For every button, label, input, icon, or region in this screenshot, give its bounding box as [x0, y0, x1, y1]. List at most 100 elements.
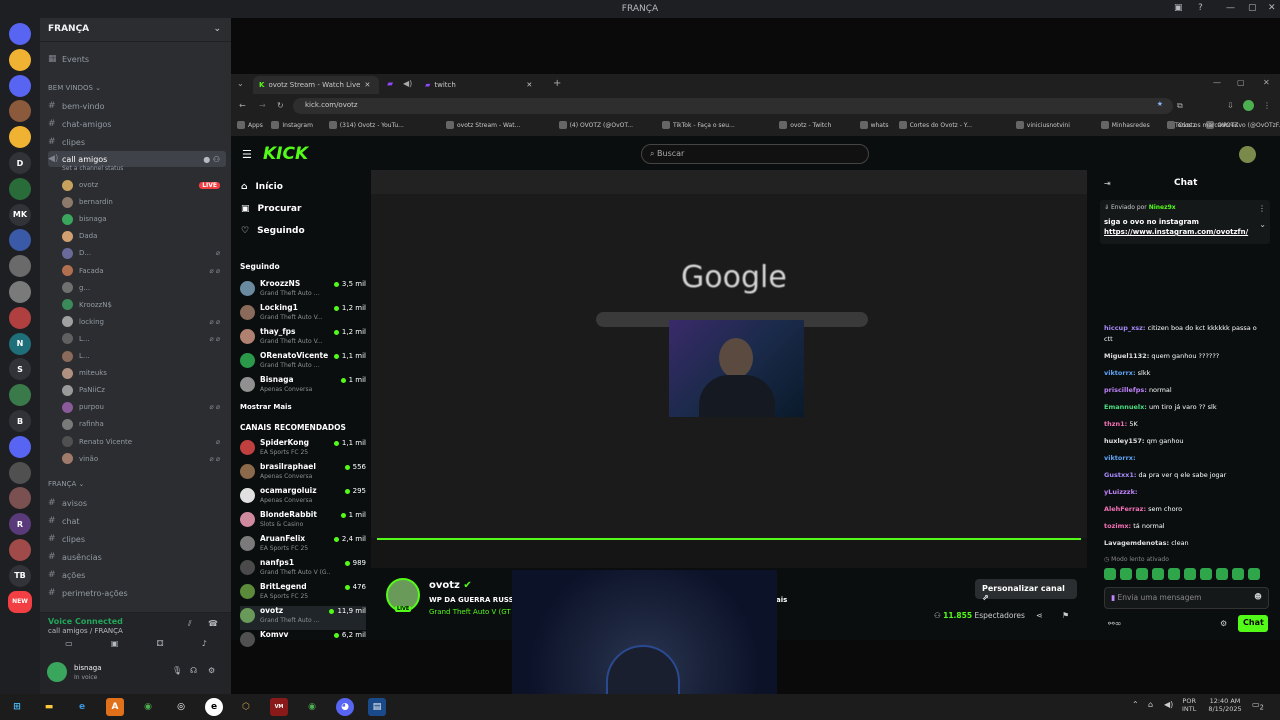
channel-row[interactable]: AruanFelix EA Sports FC 25 2,4 mil [240, 534, 366, 558]
guild-icon[interactable] [9, 461, 31, 484]
gear-icon[interactable]: ⚙ [1220, 619, 1227, 628]
emote-icon[interactable] [1200, 568, 1212, 580]
chevron-up-icon[interactable]: ⌃ [1132, 700, 1139, 709]
twitch-favicon-icon[interactable]: ▰ [387, 79, 393, 88]
menu-icon[interactable]: ⋮ [1263, 101, 1271, 110]
nav-inicio[interactable]: ⌂ Início [241, 182, 283, 192]
chat-message[interactable]: AlehFerraz: sem choro [1104, 505, 1274, 513]
guild-icon[interactable]: TB [9, 564, 31, 587]
voice-user[interactable]: purpou ⌀ ⌀ [62, 399, 226, 415]
rewards-icon[interactable]: ⚯∞ [1108, 619, 1121, 628]
minimize-button[interactable]: — [1213, 78, 1221, 87]
channel-row[interactable]: nanfps1 Grand Theft Auto V (G... 989 [240, 558, 366, 582]
emote-icon[interactable] [1184, 568, 1196, 580]
emote-icon[interactable] [1232, 568, 1244, 580]
voice-connected-sub[interactable]: call amigos / FRANÇA [48, 627, 123, 635]
chat-message[interactable]: viktorrx: [1104, 454, 1274, 462]
emote-icon[interactable] [1168, 568, 1180, 580]
more-icon[interactable]: ⚑ [1062, 611, 1069, 620]
tab-search-icon[interactable]: ⌄ [237, 79, 244, 88]
chat-username[interactable]: Miguel1132: [1104, 352, 1149, 360]
chat-message[interactable]: Lavagemdenotas: clean [1104, 539, 1274, 547]
voice-user[interactable]: Dada [62, 228, 226, 244]
chat-username[interactable]: Lavagemdenotas: [1104, 539, 1169, 547]
kick-logo[interactable]: KICK [263, 144, 308, 164]
chat-username[interactable]: priscillefps: [1104, 386, 1147, 394]
edge-icon[interactable]: e [73, 698, 91, 716]
app-icon[interactable]: ▤ [368, 698, 386, 716]
emote-icon[interactable] [1152, 568, 1164, 580]
gear-icon[interactable]: ⚙ [208, 666, 215, 675]
video-icon[interactable]: ▭ [65, 639, 73, 648]
file-explorer-icon[interactable]: ▬ [40, 698, 58, 716]
voice-user[interactable]: L... ⌀ ⌀ [62, 331, 226, 347]
noise-suppression-icon[interactable]: ⫽ [188, 619, 192, 629]
share-icon[interactable]: ⋖ [1036, 611, 1043, 620]
chat-message[interactable]: hiccup_xsz: citizen boa do kct kkkkkk pa… [1104, 324, 1274, 332]
emote-icon[interactable] [1248, 568, 1260, 580]
reload-icon[interactable]: ↻ [277, 101, 284, 110]
channel-row[interactable]: KroozzNS Grand Theft Auto ... 3,5 mil [240, 279, 366, 303]
guild-icon[interactable]: R [9, 513, 31, 536]
notification-icon[interactable]: ▭2 [1252, 700, 1264, 712]
bookmark[interactable]: (314) Ovotz - YouTu... [328, 118, 444, 132]
guild-icon[interactable] [9, 48, 31, 71]
channel-row[interactable]: BlondeRabbit Slots & Casino 1 mil [240, 510, 366, 534]
guild-icon[interactable] [9, 306, 31, 329]
profile-avatar[interactable] [1243, 100, 1254, 111]
channel-row[interactable]: ORenatoVicente Grand Theft Auto ... 1,1 mi… [240, 351, 366, 375]
disconnect-icon[interactable]: ☎ [208, 619, 218, 628]
voice-user[interactable]: L... [62, 348, 226, 364]
guild-icon[interactable] [9, 74, 31, 97]
category-franca[interactable]: FRANÇA ⌄ [48, 480, 84, 488]
user-avatar[interactable] [1239, 146, 1256, 163]
bookmark[interactable]: whats [859, 118, 897, 132]
help-icon[interactable]: ? [1198, 3, 1203, 13]
guild-icon[interactable] [9, 539, 31, 561]
guild-icon[interactable]: S [9, 358, 31, 381]
pinned-link[interactable]: https://www.instagram.com/ovotzfn/ [1104, 228, 1248, 236]
chrome-icon[interactable]: ◉ [139, 698, 157, 716]
network-icon[interactable]: ⌂ [1148, 700, 1153, 709]
bookmark[interactable]: ovotz - Twitch [779, 118, 857, 132]
show-more-link[interactable]: Mostrar Mais [240, 403, 292, 411]
chat-username[interactable]: thzn1: [1104, 420, 1127, 428]
emote-bar[interactable] [1104, 568, 1270, 582]
emoji-icon[interactable]: ☻ [1254, 592, 1262, 601]
bookmark[interactable]: viniciusnotvini [1015, 118, 1099, 132]
voice-user[interactable]: rafinha [62, 416, 226, 432]
channel-item[interactable]: # chat [48, 513, 226, 529]
bookmark[interactable]: Instagram [271, 118, 326, 132]
channel-row[interactable]: ocamargoluiz Apenas Conversa 295 [240, 486, 366, 510]
chat-bubble-icon[interactable]: ● ⚇ [203, 155, 220, 164]
chevron-down-icon[interactable]: ⌄ [1259, 220, 1266, 229]
channel-row[interactable]: thay_fps Grand Theft Auto V... 1,2 mil [240, 327, 366, 351]
chat-message[interactable]: Miguel1132: quem ganhou ?????? [1104, 352, 1274, 360]
chat-username[interactable]: viktorrx: [1104, 369, 1136, 377]
epic-icon[interactable]: e [205, 698, 223, 716]
downloads-icon[interactable]: ⇩ [1227, 101, 1234, 110]
guild-icon[interactable] [9, 126, 31, 149]
chat-message[interactable]: tozimx: tá normal [1104, 522, 1274, 530]
tab-kick[interactable]: K ovotz Stream - Watch Live on K ✕ [253, 76, 379, 94]
guild-icon[interactable] [9, 177, 31, 200]
inbox-icon[interactable]: ▣ [1174, 3, 1183, 13]
chat-username[interactable]: viktorrx: [1104, 454, 1136, 462]
chat-message[interactable]: Gustxx1: da pra ver q ele sabe jogar [1104, 471, 1274, 479]
channel-row[interactable]: Locking1 Grand Theft Auto V... 1,2 mil [240, 303, 366, 327]
chat-message[interactable]: viktorrx: slkk [1104, 369, 1274, 377]
chrome-icon[interactable]: ◉ [303, 698, 321, 716]
chat-message[interactable]: thzn1: 5K [1104, 420, 1274, 428]
voice-user[interactable]: D... ⌀ [62, 245, 226, 261]
channel-item[interactable]: # ações [48, 567, 226, 583]
guild-icon[interactable]: D [9, 152, 31, 174]
chevron-down-icon[interactable]: ⌄ [213, 24, 221, 34]
guild-icon[interactable]: MK [9, 203, 31, 226]
chat-username[interactable]: hiccup_xsz: [1104, 324, 1146, 332]
voice-user[interactable]: g... [62, 280, 226, 296]
channel-row[interactable]: BritLegend EA Sports FC 25 476 [240, 582, 366, 606]
channel-status[interactable]: Set a channel status [62, 165, 123, 172]
channel-row[interactable]: SpiderKong EA Sports FC 25 1,1 mil [240, 438, 366, 462]
emote-icon[interactable] [1120, 568, 1132, 580]
channel-item[interactable]: # ausências [48, 549, 226, 565]
